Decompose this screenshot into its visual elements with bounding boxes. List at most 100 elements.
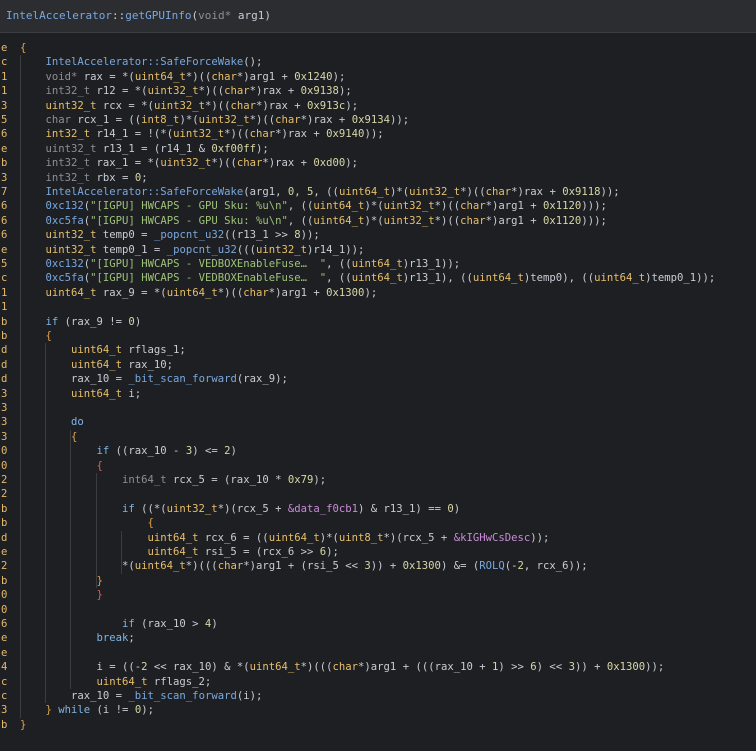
code-line[interactable]: 3 uint32_t rcx = *(uint32_t*)((char*)rax … [0, 99, 756, 113]
token-data[interactable]: &data_f0cb1 [288, 503, 358, 515]
code-text: uint64_t rax_9 = *(uint64_t*)((char*)arg… [46, 286, 378, 300]
token-plain: ((rax_10 - [115, 445, 186, 458]
token-fn[interactable]: _bit_scan_forward [128, 690, 236, 702]
code-line[interactable]: 6 if (rax_10 > 4) [0, 617, 756, 631]
code-line[interactable]: 3{ [0, 430, 756, 444]
gutter-marker: 3 [1, 430, 8, 443]
param-type: void* [198, 9, 232, 22]
code-line[interactable]: 0} [0, 588, 756, 602]
token-plain: rcx_1 = (( [77, 114, 142, 126]
token-type: uint8_t [338, 531, 384, 544]
token-red: } [96, 589, 103, 602]
gutter-marker: 1 [1, 85, 8, 98]
code-line[interactable]: 0 if ((rax_10 - 3) <= 2) [0, 444, 756, 458]
code-line[interactable]: c uint64_t rflags_2; [0, 675, 756, 689]
code-line[interactable]: d rax_10 = _bit_scan_forward(rax_9); [0, 372, 756, 386]
token-plain: ); [332, 70, 346, 83]
code-line[interactable]: 2 [0, 487, 756, 501]
code-line[interactable]: 1 [0, 300, 756, 314]
code-line[interactable]: 6 uint32_t temp0 = _popcnt_u32((r13_1 >> … [0, 228, 756, 242]
code-line[interactable]: 5 char rcx_1 = ((int8_t)*(uint32_t*)((cha… [0, 113, 756, 127]
token-plain: ) & r13_1) == [358, 502, 448, 515]
class-name[interactable]: IntelAccelerator [6, 9, 112, 22]
gutter-marker: b [1, 574, 8, 587]
code-line[interactable]: 2 int64_t rcx_5 = (rax_10 * 0x79); [0, 473, 756, 487]
gutter-marker: d [1, 344, 8, 357]
token-fn[interactable]: _bit_scan_forward [128, 373, 236, 385]
code-line[interactable]: e break; [0, 631, 756, 645]
token-plain: )) + [370, 560, 403, 573]
token-fn[interactable]: IntelAccelerator::SafeForceWake [46, 186, 244, 198]
code-line[interactable]: 1 uint64_t rax_9 = *(uint64_t*)((char*)ar… [0, 286, 756, 300]
code-line[interactable]: 0 [0, 603, 756, 617]
token-fn[interactable]: 0xc5fa [46, 272, 84, 284]
token-fn[interactable]: ROLQ [479, 560, 505, 572]
code-line[interactable]: 3 int32_t rbx = 0; [0, 171, 756, 185]
function-name[interactable]: getGPUInfo [125, 9, 191, 22]
code-line[interactable]: b if ((*(uint32_t*)(rcx_5 + &data_f0cb1) … [0, 502, 756, 516]
code-line[interactable]: 3 [0, 401, 756, 415]
code-line[interactable]: e [0, 646, 756, 660]
token-num: 0x9118 [562, 186, 601, 198]
code-line[interactable]: b{ [0, 329, 756, 343]
code-text: 0xc5fa("[IGPU] HWCAPS - GPU Sku: %u\n", … [46, 214, 607, 228]
code-line[interactable]: d uint64_t rcx_6 = ((uint64_t)*(uint8_t*)… [0, 531, 756, 545]
code-line[interactable]: 4 i = ((-2 << rax_10) & *(uint64_t*)(((ch… [0, 660, 756, 674]
token-type: int32_t [45, 128, 97, 141]
token-data[interactable]: &kIGHwCsDesc [454, 532, 531, 544]
code-line[interactable]: b} [0, 574, 756, 588]
code-line[interactable]: 3 uint64_t i; [0, 387, 756, 401]
token-brace: } [20, 718, 27, 731]
token-plain: , (( [326, 272, 352, 285]
token-plain: i; [128, 387, 142, 400]
code-line[interactable]: e uint32_t temp0_1 = _popcnt_u32(((uint32… [0, 243, 756, 257]
token-plain: *)arg1 + [485, 214, 544, 227]
token-plain: *)(( [198, 85, 225, 98]
code-line[interactable]: b int32_t rax_1 = *(uint32_t*)((char*)rax… [0, 156, 756, 170]
token-fn[interactable]: 0xc132 [46, 200, 84, 212]
gutter-marker: c [1, 272, 8, 285]
gutter-marker: 3 [1, 416, 8, 429]
code-line[interactable]: 1 void* rax = *(uint64_t*)((char*)arg1 + … [0, 70, 756, 84]
token-plain: , (( [287, 214, 314, 227]
code-line[interactable]: 3} while (i != 0); [0, 703, 756, 717]
token-plain: (i != [96, 704, 135, 717]
code-view[interactable]: e{c IntelAccelerator::SafeForceWake(); 1 vo… [0, 33, 756, 751]
token-plain: *)(( [434, 214, 461, 227]
code-line[interactable]: 6 int32_t r14_1 = !(*(uint32_t*)((char*)r… [0, 127, 756, 141]
gutter-marker: d [1, 531, 8, 544]
code-line[interactable]: e{ [0, 41, 756, 55]
token-kw: break [96, 632, 129, 645]
code-line[interactable]: e uint64_t rsi_5 = (rcx_6 >> 6); [0, 545, 756, 559]
token-fn[interactable]: IntelAccelerator::SafeForceWake [46, 56, 244, 68]
code-line[interactable]: 2 *(uint64_t*)(((char*)arg1 + (rsi_5 << 3… [0, 559, 756, 573]
token-fn[interactable]: _popcnt_u32 [167, 244, 237, 256]
code-line[interactable]: c IntelAccelerator::SafeForceWake(); [0, 55, 756, 69]
token-plain: )); [600, 186, 620, 198]
code-line[interactable]: c rax_10 = _bit_scan_forward(i); [0, 689, 756, 703]
gutter-marker: 1 [1, 70, 8, 83]
code-line[interactable]: 0{ [0, 459, 756, 473]
code-line[interactable]: 5 0xc132("[IGPU] HWCAPS - VEDBOXEnableFus… [0, 257, 756, 271]
token-fn[interactable]: 0xc5fa [46, 215, 84, 227]
code-line[interactable]: b{ [0, 516, 756, 530]
param-name: arg1 [231, 9, 265, 22]
code-line[interactable]: b if (rax_9 != 0) [0, 315, 756, 329]
code-line[interactable]: 6 0xc5fa("[IGPU] HWCAPS - GPU Sku: %u\n",… [0, 214, 756, 228]
code-line[interactable]: 1 int32_t r12 = *(uint32_t*)((char*)rax +… [0, 84, 756, 98]
code-text: } [97, 574, 103, 588]
code-line[interactable]: 7 IntelAccelerator::SafeForceWake(arg1, 0… [0, 185, 756, 199]
token-fn[interactable]: _popcnt_u32 [154, 229, 224, 241]
gutter-marker: 7 [1, 186, 8, 198]
code-line[interactable]: d uint64_t rflags_1; [0, 343, 756, 357]
code-line[interactable]: c 0xc5fa("[IGPU] HWCAPS - VEDBOXEnableFus… [0, 271, 756, 285]
code-line[interactable]: d uint64_t rax_10; [0, 358, 756, 372]
token-pun: (); [243, 56, 263, 69]
code-line[interactable]: e uint32_t r13_1 = (r14_1 & 0xf00ff); [0, 142, 756, 156]
code-line[interactable]: 6 0xc132("[IGPU] HWCAPS - GPU Sku: %u\n",… [0, 199, 756, 213]
token-fn[interactable]: 0xc132 [46, 258, 84, 270]
close-paren: ) [264, 9, 271, 22]
token-type: char [230, 99, 256, 112]
code-line[interactable]: 3 do [0, 415, 756, 429]
code-line[interactable]: b} [0, 718, 756, 732]
